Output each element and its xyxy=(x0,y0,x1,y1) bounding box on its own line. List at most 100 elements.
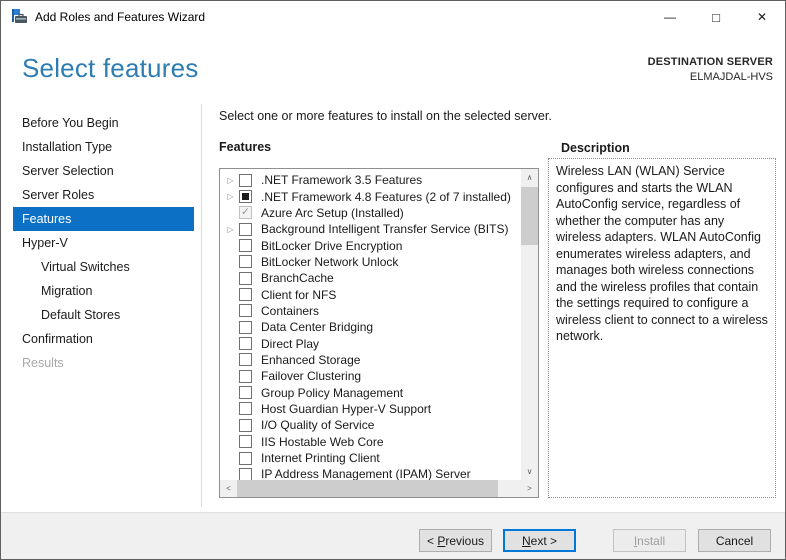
feature-label: Enhanced Storage xyxy=(261,352,361,367)
feature-row-internet-printing-client: ▷Internet Printing Client xyxy=(220,450,521,466)
sidebar-item-features[interactable]: Features xyxy=(13,207,194,231)
window-title: Add Roles and Features Wizard xyxy=(35,10,206,24)
install-button-label: Install xyxy=(633,533,666,548)
feature-row-ip-address-management-ipam-server: ▷IP Address Management (IPAM) Server xyxy=(220,466,521,480)
previous-button-label: < Previous xyxy=(426,533,485,548)
feature-label: I/O Quality of Service xyxy=(261,418,375,433)
feature-checkbox[interactable] xyxy=(239,451,252,465)
feature-checkbox[interactable] xyxy=(239,173,252,187)
wizard-window: Add Roles and Features Wizard — □ ✕ Sele… xyxy=(0,0,786,560)
feature-label: IIS Hostable Web Core xyxy=(261,434,384,449)
sidebar-item-installation-type[interactable]: Installation Type xyxy=(13,135,194,159)
scroll-left-arrow-icon[interactable]: < xyxy=(220,480,237,497)
next-button-label: Next > xyxy=(521,533,558,548)
sidebar-item-confirmation[interactable]: Confirmation xyxy=(13,327,194,351)
feature-checkbox[interactable] xyxy=(239,271,252,285)
vertical-scrollbar[interactable]: ∧ ∨ xyxy=(521,169,538,480)
features-list-label: Features xyxy=(219,140,272,154)
feature-label: BitLocker Network Unlock xyxy=(261,254,399,269)
features-listbox: ▷ .NET Framework 3.5 Features ▷ .NET Framew… xyxy=(219,168,539,498)
feature-label: Background Intelligent Transfer Service … xyxy=(261,222,509,237)
feature-checkbox[interactable] xyxy=(239,255,252,269)
expander-icon[interactable]: ▷ xyxy=(225,176,236,185)
feature-row-iis-hostable-web-core: ▷IIS Hostable Web Core xyxy=(220,434,521,450)
destination-server-name: ELMAJDAL-HVS xyxy=(689,71,773,83)
horizontal-scrollbar-thumb[interactable] xyxy=(237,480,498,497)
description-text: Wireless LAN (WLAN) Service configures a… xyxy=(556,164,768,343)
feature-checkbox[interactable] xyxy=(239,418,252,432)
expander-icon[interactable]: ▷ xyxy=(225,225,236,234)
sidebar-item-migration[interactable]: Migration xyxy=(13,279,194,303)
feature-row-failover-clustering: ▷Failover Clustering xyxy=(220,368,521,384)
feature-row-background-intelligent-transfer-service-bits: ▷ Background Intelligent Transfer Service… xyxy=(220,221,521,237)
scroll-down-arrow-icon[interactable]: ∨ xyxy=(521,463,538,480)
feature-checkbox[interactable] xyxy=(239,386,252,400)
horizontal-scrollbar[interactable]: < > xyxy=(220,480,538,497)
feature-checkbox[interactable] xyxy=(239,467,252,480)
feature-checkbox[interactable] xyxy=(239,435,252,449)
feature-row-bitlocker-network-unlock: ▷BitLocker Network Unlock xyxy=(220,254,521,270)
feature-row-enhanced-storage: ▷Enhanced Storage xyxy=(220,352,521,368)
maximize-icon: □ xyxy=(712,9,720,25)
feature-label: IP Address Management (IPAM) Server xyxy=(261,467,471,480)
feature-label: Direct Play xyxy=(261,336,320,351)
features-rows: ▷ .NET Framework 3.5 Features ▷ .NET Framew… xyxy=(220,172,521,480)
feature-checkbox[interactable] xyxy=(239,239,252,253)
scroll-right-arrow-icon[interactable]: > xyxy=(521,480,538,497)
install-button: Install xyxy=(613,529,686,552)
maximize-button[interactable]: □ xyxy=(693,1,739,33)
feature-row-group-policy-management: ▷Group Policy Management xyxy=(220,384,521,400)
feature-row-host-guardian-hyper-v-support: ▷Host Guardian Hyper-V Support xyxy=(220,401,521,417)
feature-row-data-center-bridging: ▷Data Center Bridging xyxy=(220,319,521,335)
sidebar-divider xyxy=(201,104,202,507)
sidebar-item-before-you-begin[interactable]: Before You Begin xyxy=(13,111,194,135)
destination-server-label: DESTINATION SERVER xyxy=(647,56,773,68)
cancel-button-label: Cancel xyxy=(715,533,754,548)
page-title: Select features xyxy=(22,53,199,83)
feature-label: Containers xyxy=(261,303,320,318)
feature-checkbox: ✓ xyxy=(239,206,252,220)
sidebar-item-server-selection[interactable]: Server Selection xyxy=(13,159,194,183)
feature-row-i-o-quality-of-service: ▷I/O Quality of Service xyxy=(220,417,521,433)
feature-label: Host Guardian Hyper-V Support xyxy=(261,401,432,416)
instruction-text: Select one or more features to install o… xyxy=(219,109,552,123)
feature-label: Client for NFS xyxy=(261,287,337,302)
feature-checkbox[interactable] xyxy=(239,337,252,351)
feature-row-containers: ▷Containers xyxy=(220,303,521,319)
sidebar-item-hyper-v[interactable]: Hyper-V xyxy=(13,231,194,255)
wizard-toolbox-icon xyxy=(12,9,27,23)
feature-label: Azure Arc Setup (Installed) xyxy=(261,205,404,220)
feature-label: Data Center Bridging xyxy=(261,320,374,335)
feature-label: BranchCache xyxy=(261,271,334,286)
next-button[interactable]: Next > xyxy=(503,529,576,552)
sidebar-item-server-roles[interactable]: Server Roles xyxy=(13,183,194,207)
expander-icon[interactable]: ▷ xyxy=(225,192,236,201)
feature-checkbox[interactable] xyxy=(239,190,252,204)
feature-checkbox[interactable] xyxy=(239,353,252,367)
feature-checkbox[interactable] xyxy=(239,288,252,302)
sidebar-item-virtual-switches[interactable]: Virtual Switches xyxy=(13,255,194,279)
feature-row-azure-arc-setup-installed: ▷✓Azure Arc Setup (Installed) xyxy=(220,205,521,221)
feature-row-client-for-nfs: ▷Client for NFS xyxy=(220,286,521,302)
scroll-up-arrow-icon[interactable]: ∧ xyxy=(521,169,538,186)
feature-checkbox[interactable] xyxy=(239,320,252,334)
feature-row-direct-play: ▷Direct Play xyxy=(220,335,521,351)
feature-checkbox[interactable] xyxy=(239,304,252,318)
previous-button[interactable]: < Previous xyxy=(419,529,492,552)
window-controls: — □ ✕ xyxy=(647,1,785,33)
title-bar: Add Roles and Features Wizard — □ ✕ xyxy=(1,1,785,33)
feature-label: Group Policy Management xyxy=(261,385,404,400)
feature-label: .NET Framework 4.8 Features (2 of 7 inst… xyxy=(261,189,511,204)
sidebar-item-default-stores[interactable]: Default Stores xyxy=(13,303,194,327)
feature-label: Internet Printing Client xyxy=(261,451,380,466)
cancel-button[interactable]: Cancel xyxy=(698,529,771,552)
feature-row-net-framework-3-5-features: ▷ .NET Framework 3.5 Features xyxy=(220,172,521,188)
feature-checkbox[interactable] xyxy=(239,222,252,236)
minimize-button[interactable]: — xyxy=(647,1,693,33)
vertical-scrollbar-thumb[interactable] xyxy=(521,187,538,245)
close-button[interactable]: ✕ xyxy=(739,1,785,33)
feature-checkbox[interactable] xyxy=(239,369,252,383)
feature-label: .NET Framework 3.5 Features xyxy=(261,173,423,188)
feature-checkbox[interactable] xyxy=(239,402,252,416)
description-box: Wireless LAN (WLAN) Service configures a… xyxy=(548,158,776,498)
